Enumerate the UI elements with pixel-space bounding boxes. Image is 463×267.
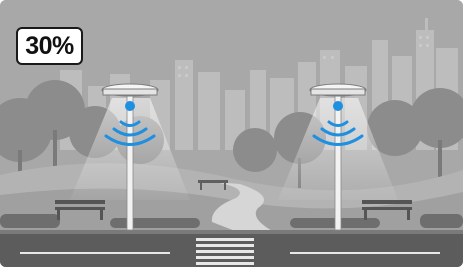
curb bbox=[0, 230, 463, 234]
road bbox=[0, 230, 463, 267]
smart-streetlight-scene: 30% bbox=[0, 0, 463, 267]
brightness-percentage: 30% bbox=[25, 31, 74, 60]
brightness-level-badge: 30% bbox=[16, 27, 83, 65]
